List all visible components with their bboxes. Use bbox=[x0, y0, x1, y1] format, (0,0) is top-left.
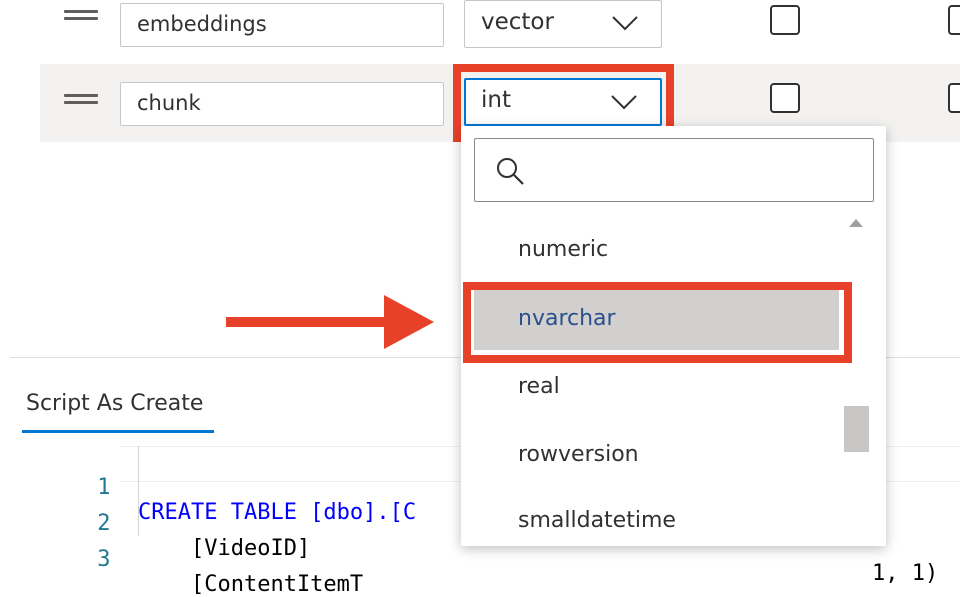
code-text-tail: 1, 1) bbox=[872, 561, 939, 586]
drag-handle-icon[interactable] bbox=[64, 94, 98, 104]
arrow-right-icon bbox=[226, 295, 434, 349]
type-dropdown-list: numeric nvarchar real rowversion smallda… bbox=[461, 126, 886, 546]
tab-script-as-create[interactable]: Script As Create bbox=[26, 391, 203, 416]
scroll-up-arrow-icon[interactable] bbox=[849, 219, 863, 227]
checkbox-primary-key[interactable] bbox=[770, 5, 800, 35]
checkbox-primary-key[interactable] bbox=[770, 83, 800, 113]
dropdown-option[interactable]: rowversion bbox=[471, 423, 841, 487]
column-type-select[interactable]: int bbox=[464, 78, 662, 126]
column-type-select[interactable]: vector bbox=[464, 0, 662, 48]
dropdown-option-selected[interactable]: nvarchar bbox=[474, 288, 839, 350]
column-type-value: vector bbox=[481, 9, 554, 35]
dropdown-search-input[interactable] bbox=[474, 138, 874, 202]
chevron-down-icon bbox=[611, 95, 637, 110]
dropdown-option[interactable]: real bbox=[471, 355, 841, 419]
column-row-embeddings: embeddings vector bbox=[40, 0, 960, 62]
column-type-value: int bbox=[481, 87, 511, 113]
tab-active-indicator bbox=[22, 430, 214, 433]
column-name-input[interactable]: embeddings bbox=[120, 3, 444, 47]
search-icon bbox=[497, 158, 524, 185]
scrollbar-thumb[interactable] bbox=[844, 406, 869, 452]
checkbox-nullable[interactable] bbox=[948, 5, 960, 35]
dropdown-option[interactable]: smalldatetime bbox=[471, 489, 841, 553]
checkbox-nullable[interactable] bbox=[948, 83, 960, 113]
code-text: [ContentItemT bbox=[138, 572, 364, 597]
line-number: 3 bbox=[97, 547, 111, 572]
dropdown-option[interactable]: numeric bbox=[471, 218, 841, 282]
chevron-down-icon bbox=[612, 16, 638, 31]
column-name-input[interactable]: chunk bbox=[120, 82, 444, 126]
drag-handle-icon[interactable] bbox=[64, 10, 98, 20]
